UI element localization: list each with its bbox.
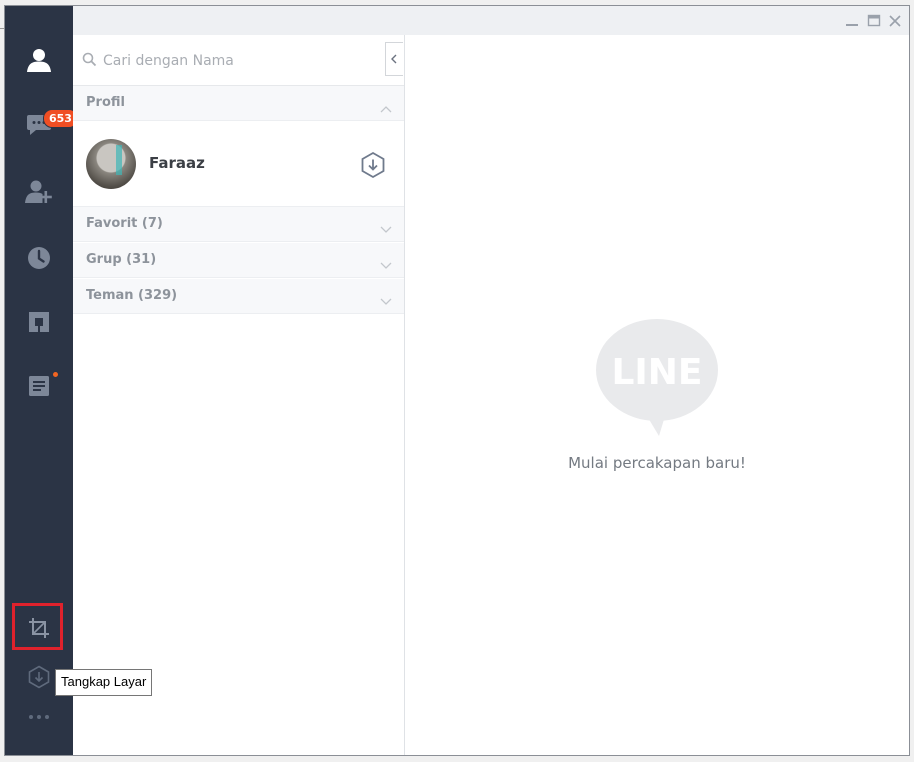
minimize-icon[interactable] [845, 13, 859, 27]
section-favorites-label: Favorit (7) [86, 216, 163, 231]
section-groups[interactable]: Grup (31) [73, 243, 404, 278]
add-person-icon [25, 179, 53, 205]
screen-capture-highlight [12, 603, 63, 650]
sidebar-nav: 653 [5, 6, 78, 755]
chat-area: LINE Mulai percakapan baru! [405, 35, 909, 755]
contacts-pane: Profil Faraaz Favorit (7) Grup (31) [73, 35, 405, 755]
line-window: 653 Tangkap Layar Cari dengan Nama Profi… [4, 5, 910, 756]
search-input[interactable] [101, 49, 355, 73]
notes-notification-dot [53, 372, 58, 377]
person-icon [26, 47, 52, 73]
collapse-pane-button[interactable] [385, 42, 403, 76]
chevron-down-icon [380, 219, 392, 238]
nav-update[interactable] [19, 657, 59, 697]
section-friends-label: Teman (329) [86, 288, 178, 303]
chevron-up-icon [380, 98, 392, 117]
section-profile-label: Profil [86, 95, 125, 110]
profile-download-icon[interactable] [360, 151, 386, 183]
chevron-down-icon [380, 255, 392, 274]
square-icon [28, 311, 50, 333]
profile-name: Faraaz [149, 154, 205, 172]
section-groups-label: Grup (31) [86, 252, 157, 267]
maximize-icon[interactable] [867, 13, 881, 27]
note-icon [28, 375, 50, 397]
nav-add-friend[interactable] [19, 172, 59, 212]
clock-icon [27, 246, 51, 270]
search-icon [82, 52, 97, 71]
empty-chat-message: Mulai percakapan baru! [568, 454, 746, 472]
avatar[interactable] [86, 139, 136, 189]
download-hex-icon [27, 665, 51, 689]
profile-row[interactable]: Faraaz [73, 121, 404, 207]
chevron-down-icon [380, 291, 392, 310]
nav-friends[interactable] [19, 40, 59, 80]
screen-capture-tooltip: Tangkap Layar [55, 669, 153, 696]
nav-timeline[interactable] [19, 238, 59, 278]
title-bar [73, 6, 909, 36]
chevron-left-icon [386, 54, 402, 79]
nav-apps[interactable] [19, 302, 59, 342]
line-logo: LINE [595, 318, 719, 442]
search-bar [73, 35, 404, 86]
ellipsis-icon [28, 714, 50, 720]
section-friends[interactable]: Teman (329) [73, 279, 404, 314]
line-logo-text: LINE [611, 352, 702, 393]
close-icon[interactable] [888, 13, 902, 27]
section-favorites[interactable]: Favorit (7) [73, 207, 404, 242]
section-profile[interactable]: Profil [73, 86, 404, 121]
nav-more[interactable] [19, 697, 59, 737]
